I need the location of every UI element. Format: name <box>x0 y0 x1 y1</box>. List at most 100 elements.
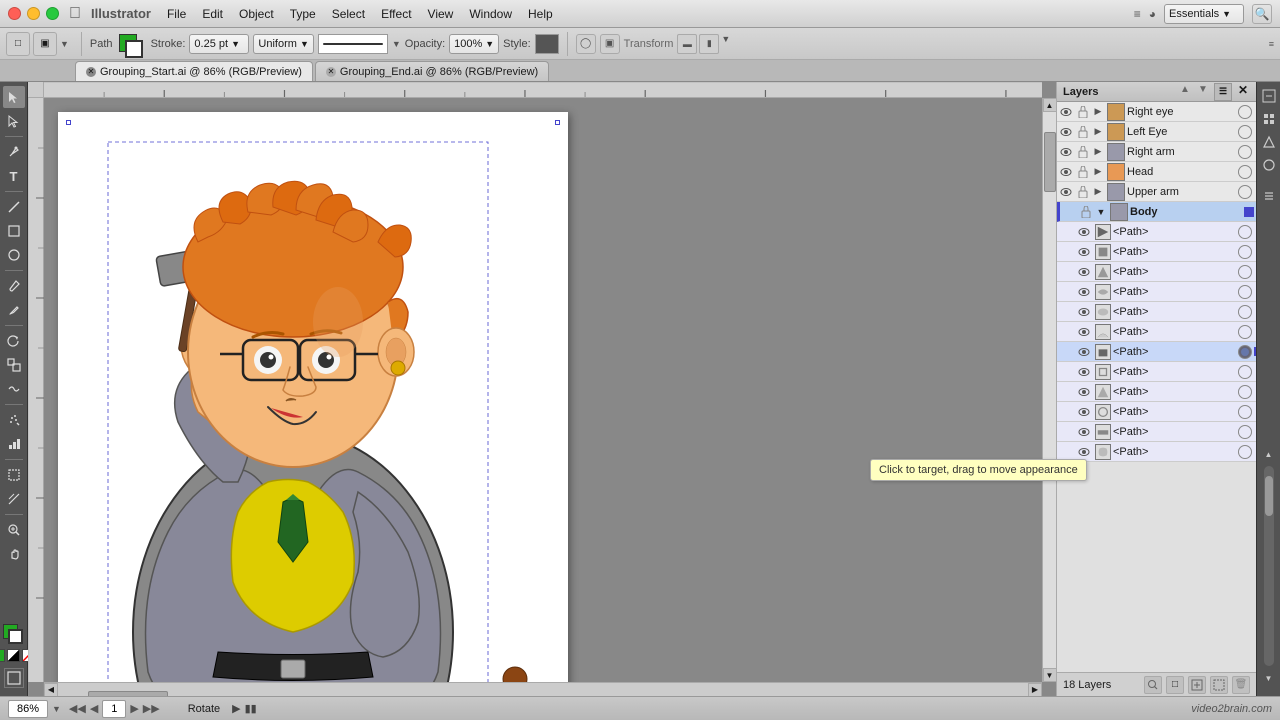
expand-icon[interactable]: ▼ <box>60 39 69 49</box>
stroke-type-dropdown[interactable]: Uniform ▼ <box>253 34 313 54</box>
layer-vis-path1[interactable] <box>1075 226 1093 238</box>
layer-vis-path4[interactable] <box>1075 286 1093 298</box>
body-selection-indicator[interactable] <box>1244 207 1254 217</box>
page-prev-btn[interactable]: ◀ <box>90 702 98 715</box>
layer-expand-body[interactable]: ▼ <box>1094 207 1108 217</box>
layers-scroll-down[interactable]: ▼ <box>1196 83 1210 97</box>
right-panel-btn5[interactable] <box>1259 186 1279 206</box>
layer-path-9[interactable]: <Path> <box>1057 382 1256 402</box>
layer-target-path5[interactable] <box>1238 305 1252 319</box>
brush-expand-icon[interactable]: ▼ <box>392 39 401 49</box>
layer-vis-path10[interactable] <box>1075 406 1093 418</box>
layer-path-2[interactable]: <Path> <box>1057 242 1256 262</box>
layer-target-path11[interactable] <box>1238 425 1252 439</box>
stroke-weight-dropdown[interactable]: 0.25 pt ▼ <box>189 34 249 54</box>
move-to-layer-btn[interactable] <box>1210 676 1228 694</box>
layer-vis-right-arm[interactable] <box>1057 146 1075 158</box>
menu-select[interactable]: Select <box>332 7 365 21</box>
page-input[interactable] <box>102 700 126 718</box>
fill-stroke-widget[interactable] <box>117 32 147 56</box>
layer-path-11[interactable]: <Path> <box>1057 422 1256 442</box>
stroke-color[interactable] <box>125 40 143 58</box>
search-layer-btn[interactable] <box>1144 676 1162 694</box>
canvas-horizontal-scrollbar[interactable]: ◀ ▶ <box>44 682 1042 696</box>
tab-grouping-end[interactable]: ✕ Grouping_End.ai @ 86% (RGB/Preview) <box>315 61 549 81</box>
appearance-btn[interactable]: ◯ <box>576 34 596 54</box>
minimize-button[interactable] <box>27 7 40 20</box>
document-icon[interactable]: □ <box>6 32 30 56</box>
tool-paintbrush[interactable] <box>3 275 25 297</box>
layer-right-arm[interactable]: ▶ Right arm <box>1057 142 1256 162</box>
align-expand[interactable]: ▼ <box>721 34 730 54</box>
search-button[interactable]: 🔍 <box>1252 4 1272 24</box>
align-icon[interactable]: ▬ <box>677 34 697 54</box>
canvas-vertical-scrollbar[interactable]: ▲ ▼ <box>1042 98 1056 682</box>
menu-view[interactable]: View <box>428 7 454 21</box>
zoom-input[interactable] <box>8 700 48 718</box>
delete-layer-btn[interactable]: 🗑 <box>1232 676 1250 694</box>
tool-warp[interactable] <box>3 378 25 400</box>
tool-hand[interactable] <box>3 543 25 565</box>
layer-lock-upper-arm[interactable] <box>1075 186 1091 198</box>
distribute-icon[interactable]: ▮ <box>699 34 719 54</box>
scroll-thumb[interactable] <box>1044 132 1056 192</box>
layer-target-path12[interactable] <box>1238 445 1252 459</box>
layer-path-10[interactable]: <Path> <box>1057 402 1256 422</box>
tool-pencil[interactable] <box>3 299 25 321</box>
page-last-btn[interactable]: ▶▶ <box>143 702 160 715</box>
layer-vis-upper-arm[interactable] <box>1057 186 1075 198</box>
layer-target-path6[interactable] <box>1238 325 1252 339</box>
layer-head[interactable]: ▶ Head <box>1057 162 1256 182</box>
layer-target-path9[interactable] <box>1238 385 1252 399</box>
layer-vis-path7[interactable] <box>1075 346 1093 358</box>
layer-body[interactable]: ▼ Body <box>1057 202 1256 222</box>
layer-target-upper-arm[interactable] <box>1238 185 1252 199</box>
tool-zoom[interactable] <box>3 519 25 541</box>
tool-direct-select[interactable] <box>3 110 25 132</box>
layer-upper-arm[interactable]: ▶ Upper arm <box>1057 182 1256 202</box>
tool-rect[interactable] <box>3 220 25 242</box>
page-first-btn[interactable]: ◀◀ <box>69 702 86 715</box>
layers-collapse-btn[interactable]: ☰ <box>1214 83 1232 101</box>
make-layer-btn[interactable] <box>1188 676 1206 694</box>
stop-btn[interactable]: ▮▮ <box>245 702 257 715</box>
menu-type[interactable]: Type <box>290 7 316 21</box>
tool-graph[interactable] <box>3 433 25 455</box>
tool-ellipse[interactable] <box>3 244 25 266</box>
tab-close-start[interactable]: ✕ <box>86 67 96 77</box>
layer-lock-left-eye[interactable] <box>1075 126 1091 138</box>
layer-right-eye[interactable]: ▶ Right eye <box>1057 102 1256 122</box>
tool-select[interactable] <box>3 86 25 108</box>
right-scrollbar-track[interactable] <box>1264 466 1274 666</box>
layer-path-6[interactable]: <Path> <box>1057 322 1256 342</box>
tool-artboard[interactable] <box>3 464 25 486</box>
layer-path-8[interactable]: <Path> <box>1057 362 1256 382</box>
scroll-down-button[interactable]: ▼ <box>1043 668 1057 682</box>
layer-lock-right-arm[interactable] <box>1075 146 1091 158</box>
stroke-swatch[interactable] <box>8 629 23 644</box>
layer-target-path10[interactable] <box>1238 405 1252 419</box>
layers-scroll-up[interactable]: ▲ <box>1178 83 1192 97</box>
layer-expand-left-eye[interactable]: ▶ <box>1091 126 1105 137</box>
menu-edit[interactable]: Edit <box>202 7 223 21</box>
layer-lock-head[interactable] <box>1075 166 1091 178</box>
layer-target-head[interactable] <box>1238 165 1252 179</box>
tool-rotate[interactable] <box>3 330 25 352</box>
layer-target-path2[interactable] <box>1238 245 1252 259</box>
layer-path-1[interactable]: <Path> <box>1057 222 1256 242</box>
layer-lock-icon[interactable] <box>1075 106 1091 118</box>
essentials-dropdown[interactable]: Essentials ▼ <box>1164 4 1244 24</box>
layer-expand-head[interactable]: ▶ <box>1091 166 1105 177</box>
brush-preview[interactable] <box>318 34 388 54</box>
right-scrollbar-thumb[interactable] <box>1265 476 1273 516</box>
maximize-button[interactable] <box>46 7 59 20</box>
layer-lock-body[interactable] <box>1078 206 1094 218</box>
layer-target-indicator[interactable] <box>1238 105 1252 119</box>
layer-vis-path2[interactable] <box>1075 246 1093 258</box>
layer-path-5[interactable]: <Path> <box>1057 302 1256 322</box>
tool-symbol-sprayer[interactable] <box>3 409 25 431</box>
layer-expand-upper-arm[interactable]: ▶ <box>1091 186 1105 197</box>
layer-vis-path3[interactable] <box>1075 266 1093 278</box>
layer-path-12[interactable]: <Path> <box>1057 442 1256 462</box>
zoom-dropdown-icon[interactable]: ▼ <box>52 704 61 714</box>
